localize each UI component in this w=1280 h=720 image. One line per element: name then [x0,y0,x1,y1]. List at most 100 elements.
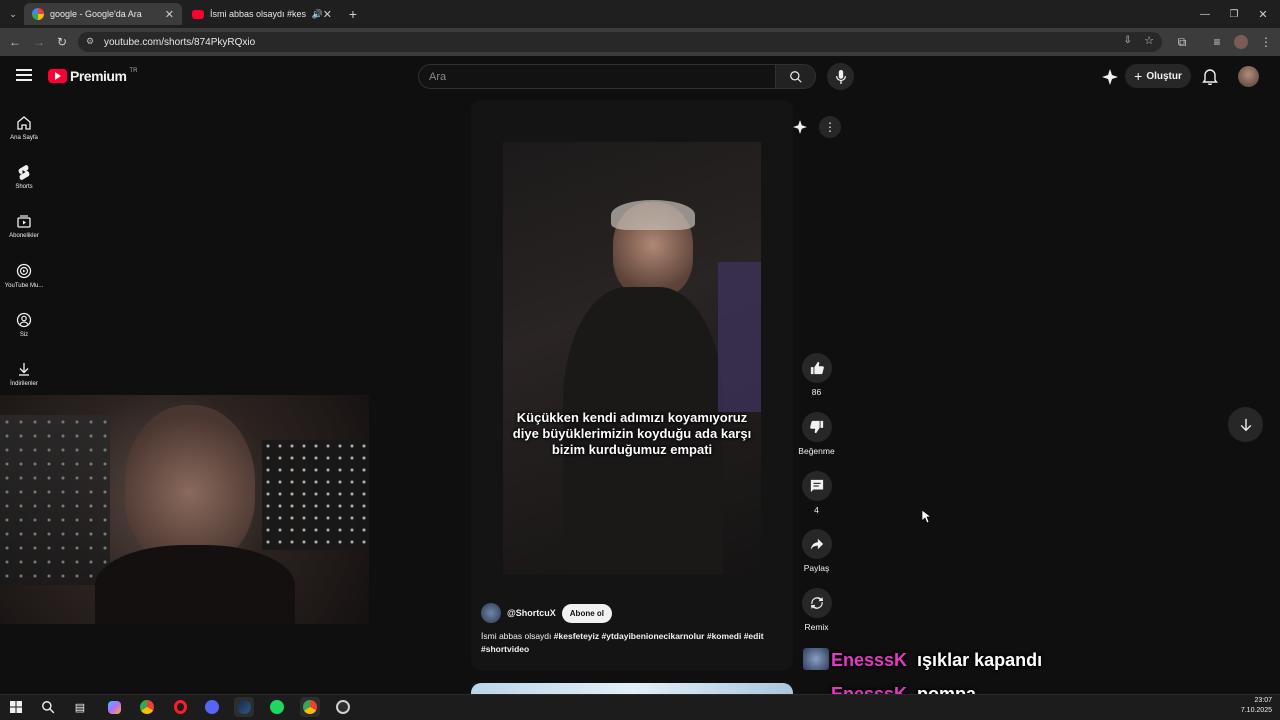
sidebar-item-label: Siz [19,332,29,338]
opera-gx-icon[interactable] [170,697,190,717]
comments-button[interactable]: 4 [796,471,837,515]
string-lights [0,415,110,585]
extensions-icon[interactable]: ⧉ [1173,33,1191,51]
sidebar-item-you[interactable]: Siz [0,303,48,347]
obs-icon[interactable] [333,697,353,717]
sidebar-item-subscriptions[interactable]: Abonelikler [0,204,48,248]
media-control-icon[interactable]: ≡ [1208,33,1226,51]
account-avatar[interactable] [1238,66,1259,87]
hamburger-menu-icon[interactable] [16,68,32,82]
like-button[interactable]: 86 [796,353,837,397]
logo-text: Premium [70,68,127,84]
remix-icon [810,596,823,610]
system-clock[interactable]: 23:07 7.10.2025 [1228,696,1272,716]
mouse-cursor-icon [922,510,932,524]
task-view-icon[interactable]: ▤ [70,697,90,717]
search-icon [42,701,55,714]
sidebar-item-home[interactable]: Ana Sayfa [0,106,48,150]
shorts-icon [18,165,30,180]
remix-button[interactable]: Remix [796,588,837,632]
sidebar-item-youtube-music[interactable]: YouTube Mu... [0,254,48,298]
youtube-favicon-icon [192,9,204,19]
sidebar-item-shorts[interactable]: Shorts [0,155,48,199]
plus-icon: + [1134,68,1143,84]
google-favicon-icon [32,8,44,20]
new-tab-icon[interactable]: + [344,5,362,23]
site-info-icon[interactable]: ⚙ [86,36,94,47]
clock-time: 23:07 [1254,697,1272,704]
download-icon [19,363,29,376]
create-button[interactable]: + Oluştur [1125,64,1191,88]
restore-icon[interactable]: ❐ [1225,5,1243,23]
tab-title: google - Google'da Ara [50,9,142,19]
notifications-button[interactable] [1202,68,1220,86]
subscribe-button[interactable]: Abone ol [561,603,612,623]
copilot-icon[interactable] [104,697,124,717]
dislike-label: Beğenme [798,446,835,456]
short-sparkle-button[interactable] [791,118,809,136]
sparkle-icon [1102,69,1118,85]
sidebar-item-label: Ana Sayfa [10,135,38,141]
chat-text: ışıklar kapandı [917,650,1043,670]
share-icon [810,538,823,551]
sidebar-item-label: Shorts [15,184,33,190]
chat-user-avatar [803,648,829,670]
thumbs-down-icon [809,420,823,434]
taskbar-search-button[interactable] [38,697,58,717]
steam-icon[interactable] [234,697,254,717]
clock-date: 7.10.2025 [1240,707,1272,714]
speaker-icon[interactable]: 🔊 [312,9,323,20]
dislike-button[interactable]: Beğenme [796,412,837,456]
next-short-preview[interactable] [471,683,793,694]
arrow-down-icon [1240,418,1251,431]
tab-title: İsmi abbas olsaydı #kesfete [210,9,306,19]
install-app-icon[interactable]: ⇩ [1124,35,1132,46]
start-button[interactable] [6,697,26,717]
more-options-icon[interactable]: ⋮ [819,116,841,138]
share-label: Paylaş [803,563,830,573]
chrome-active-icon[interactable] [300,697,320,717]
region-code: TR [129,68,138,74]
chrome-icon[interactable] [137,697,157,717]
search-input[interactable]: Ara [418,64,775,89]
window-close-icon[interactable]: ✕ [1254,5,1272,23]
minimize-icon[interactable]: — [1196,5,1214,23]
search-button[interactable] [775,64,816,89]
url-text: youtube.com/shorts/874PkyRQxio [104,36,256,48]
voice-search-button[interactable] [827,63,854,90]
video-description[interactable]: İsmi abbas olsaydı #kesfeteyiz #ytdayibe… [481,630,781,656]
short-video-player[interactable] [471,100,793,670]
tab-search-icon[interactable]: ⌄ [4,5,22,23]
tab-youtube-short[interactable]: İsmi abbas olsaydı #kesfete 🔊 ✕ [184,3,340,25]
address-bar[interactable]: ⚙ youtube.com/shorts/874PkyRQxio ⇩ ☆ [78,32,1162,52]
comment-count: 4 [814,505,819,515]
sidebar-item-downloads[interactable]: İndirilenler [0,352,48,396]
youtube-logo-icon [48,69,67,83]
spotify-icon[interactable] [267,697,287,717]
channel-avatar[interactable] [481,603,501,623]
next-short-button[interactable] [1228,407,1263,442]
windows-taskbar [0,694,1280,720]
share-button[interactable]: Paylaş [796,529,837,573]
tab-google[interactable]: google - Google'da Ara ✕ [24,3,182,25]
youtube-premium-logo[interactable]: Premium TR [48,68,137,84]
forward-icon[interactable]: → [30,33,48,51]
close-tab-icon[interactable]: ✕ [165,8,174,21]
youtube-music-icon [16,263,32,279]
profile-icon [16,312,32,328]
channel-name[interactable]: @ShortcuX [507,608,556,618]
streamer-shirt [95,545,295,624]
bell-icon [1202,69,1218,86]
discord-icon[interactable] [202,697,222,717]
reload-icon[interactable]: ↻ [53,33,71,51]
video-frame [503,142,761,574]
close-tab-icon[interactable]: ✕ [323,8,332,21]
chrome-menu-icon[interactable]: ⋮ [1257,33,1275,51]
gemini-sparkle-button[interactable] [1101,68,1119,86]
string-lights [262,440,369,550]
sidebar-item-label: YouTube Mu... [4,283,44,289]
back-icon[interactable]: ← [6,33,24,51]
bookmark-star-icon[interactable]: ☆ [1144,34,1154,47]
streamer-face [125,405,255,565]
profile-avatar[interactable] [1234,35,1248,49]
